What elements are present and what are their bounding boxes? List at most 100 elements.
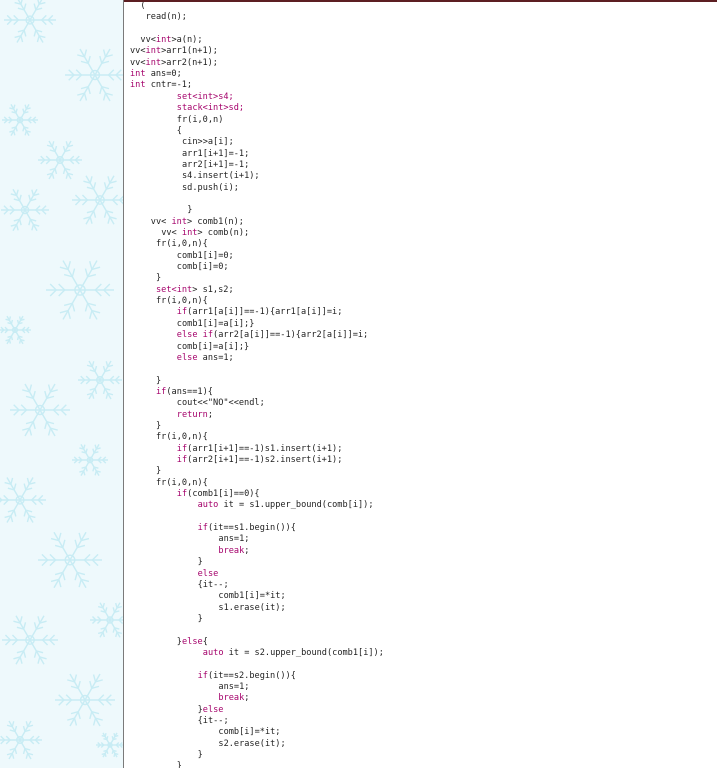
code-token: (it==s1.begin()){	[207, 523, 296, 534]
code-token: fr(i,0,n){	[156, 296, 208, 307]
code-token: vv<	[161, 228, 182, 238]
code-keyword: else if	[176, 330, 214, 341]
top-border	[124, 0, 717, 2]
code-token: s1.erase(it);	[218, 602, 286, 613]
code-line: fr(i,0,n){	[156, 478, 208, 489]
code-token: vv<	[130, 46, 146, 57]
code-line: fr(i,0,n)	[177, 115, 224, 126]
code-token: ;	[244, 545, 250, 556]
code-keyword: int	[197, 91, 214, 102]
code-line: }	[156, 273, 161, 284]
code-line: }	[187, 205, 192, 216]
code-line: ans=1;	[218, 534, 249, 545]
code-line: vv<int>a(n);	[140, 35, 202, 46]
code-line: return;	[177, 410, 213, 421]
code-token: comb[i]=a[i];}	[176, 341, 250, 352]
code-keyword: stack<	[176, 103, 208, 114]
code-token: (arr1[a[i]]==-1){arr1[a[i]]=i;	[187, 307, 343, 318]
code-line: comb[i]=*it;	[218, 727, 280, 738]
code-line: if(ans==1){	[156, 387, 213, 398]
code-token: }	[197, 557, 203, 568]
code-keyword: if	[197, 523, 208, 534]
code-line: int cntr=-1;	[130, 80, 192, 91]
code-token: (	[130, 1, 146, 11]
snowflake-icon	[38, 140, 82, 180]
code-line: }else	[198, 705, 224, 716]
code-token: it = s1.upper_bound(comb[i]);	[218, 500, 374, 511]
code-keyword: int	[130, 69, 146, 80]
code-token: comb[i]=*it;	[218, 727, 281, 738]
code-line: {	[177, 126, 182, 137]
code-keyword: if	[176, 455, 188, 465]
code-line: (	[130, 1, 146, 12]
code-line: if(comb1[i]==0){	[177, 489, 260, 500]
code-line: else	[198, 569, 219, 580]
code-token: vv<	[130, 57, 146, 68]
code-keyword: int	[207, 103, 224, 114]
code-token: }	[187, 205, 193, 216]
code-line: }	[156, 466, 161, 477]
code-line: if(arr1[a[i]]==-1){arr1[a[i]]=i;	[177, 307, 343, 318]
code-keyword: auto	[197, 500, 219, 511]
code-line: fr(i,0,n){	[156, 432, 208, 443]
code-line: }	[156, 421, 161, 432]
code-line: if(it==s1.begin()){	[198, 523, 296, 534]
code-line: vv< int> comb1(n);	[151, 217, 244, 228]
code-line: }	[156, 376, 161, 387]
code-line: comb[i]=a[i];}	[177, 342, 249, 353]
code-token: s4.insert(i+1);	[182, 171, 260, 182]
code-keyword: int	[145, 57, 162, 68]
code-token: vv<	[140, 35, 156, 46]
code-keyword: int	[176, 284, 193, 295]
code-token: (it==s2.begin()){	[207, 670, 296, 681]
code-token: ;	[207, 409, 214, 420]
snowflake-icon	[38, 531, 102, 589]
code-line: vv<int>arr2(n+1);	[130, 58, 218, 69]
code-keyword: if	[156, 386, 167, 397]
code-token: fr(i,0,n){	[156, 239, 208, 250]
code-line: arr1[i+1]=-1;	[182, 149, 249, 160]
code-token: (arr2[i+1]==-1)s2.insert(i+1);	[187, 455, 343, 465]
code-token: arr1[i+1]=-1;	[182, 148, 250, 159]
code-token: cntr=-1;	[145, 80, 193, 91]
code-token: >arr1(n+1);	[161, 46, 218, 57]
code-line: {it--;	[198, 580, 229, 591]
code-line: }else{	[177, 637, 208, 648]
code-line: set<int>s4;	[177, 92, 234, 103]
snowflake-icon	[46, 260, 114, 320]
code-token: it = s2.upper_bound(comb1[i]);	[223, 647, 384, 658]
code-token: {	[202, 636, 208, 647]
code-keyword: break	[218, 693, 245, 704]
code-line: }	[198, 750, 203, 761]
code-keyword: set<	[156, 284, 177, 295]
code-line: cout<<"NO"<<endl;	[177, 398, 265, 409]
code-line: vv< int> comb(n);	[161, 228, 249, 239]
code-line: read(n);	[146, 12, 187, 23]
code-token: comb[i]=0;	[176, 262, 229, 273]
code-keyword: int	[145, 46, 162, 57]
code-token: (arr2[a[i]]==-1){arr2[a[i]]=i;	[213, 330, 369, 341]
code-line: else if(arr2[a[i]]==-1){arr2[a[i]]=i;	[177, 330, 368, 341]
code-token: ans=0;	[145, 69, 182, 80]
code-token: >a(n);	[171, 35, 203, 46]
snowflake-pattern	[0, 0, 123, 760]
code-keyword: int	[155, 35, 172, 46]
code-line: comb[i]=0;	[177, 262, 229, 273]
code-line: vv<int>arr1(n+1);	[130, 46, 218, 57]
code-keyword: auto	[202, 647, 224, 658]
code-editor[interactable]: (read(n); vv<int>a(n); vv<int>arr1(n+1); vv…	[124, 0, 717, 768]
code-line: cin>>a[i];	[182, 137, 234, 148]
code-line: break;	[218, 693, 249, 704]
code-keyword: int	[171, 216, 188, 227]
code-line: auto it = s1.upper_bound(comb[i]);	[198, 500, 374, 511]
code-keyword: else	[181, 636, 203, 647]
code-line: s1.erase(it);	[218, 603, 285, 614]
snowflake-background	[0, 0, 123, 768]
code-token: > comb1(n);	[187, 216, 244, 227]
code-token: }	[197, 613, 203, 624]
code-line: if(arr2[i+1]==-1)s2.insert(i+1);	[177, 455, 343, 466]
code-keyword: >sd;	[223, 103, 245, 114]
code-line: comb1[i]=a[i];}	[177, 319, 255, 330]
code-token: cin>>a[i];	[182, 137, 234, 148]
snowflake-icon	[1, 188, 49, 232]
